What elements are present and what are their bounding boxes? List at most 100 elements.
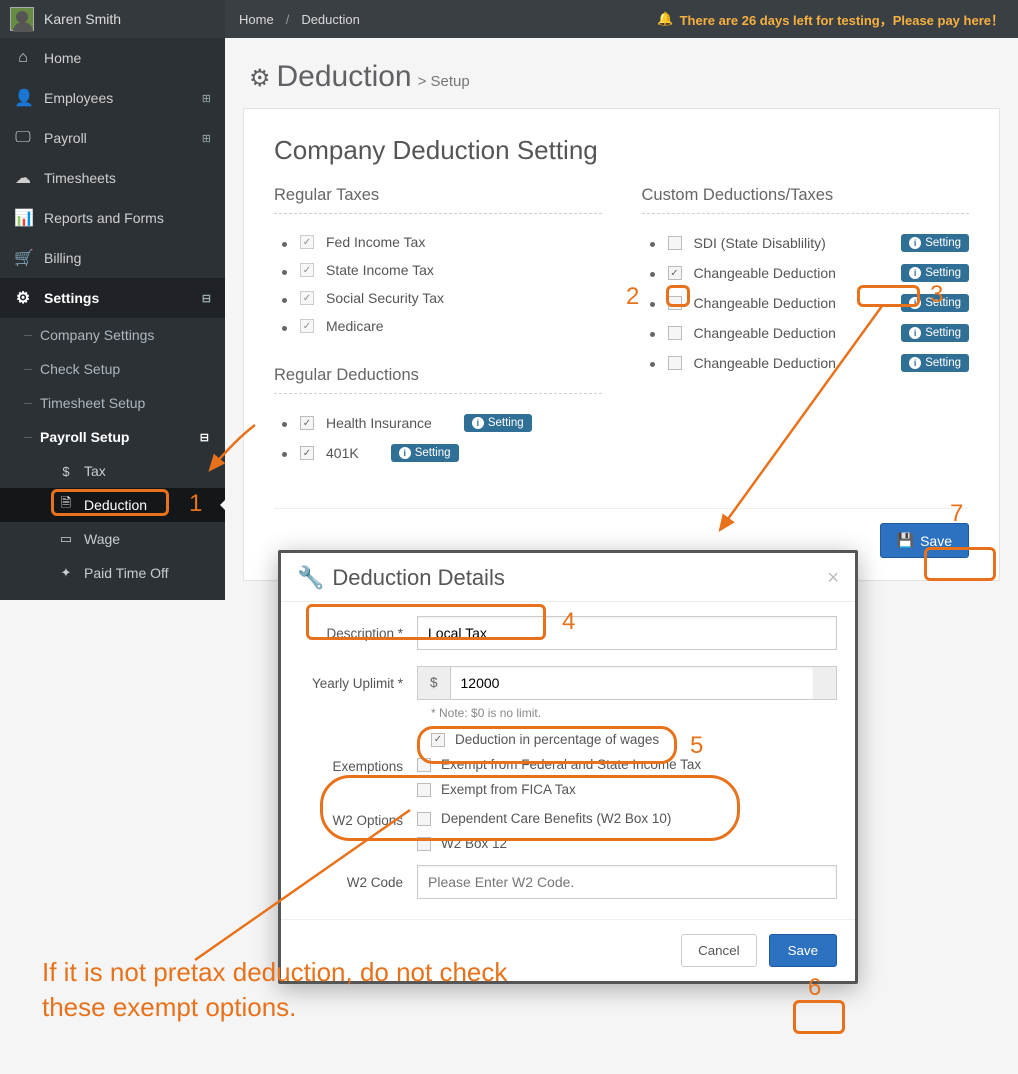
modal-title-text: Deduction Details: [332, 565, 504, 591]
checkbox[interactable]: [668, 296, 682, 310]
list-item: SDI (State Disablility)iSetting: [650, 228, 970, 258]
sec-regular-deductions: Regular Deductions: [274, 366, 602, 394]
checkbox[interactable]: [668, 266, 682, 280]
chk-w2-dependent[interactable]: [417, 812, 431, 826]
nav-timesheet-setup[interactable]: Timesheet Setup: [0, 386, 225, 420]
nav-wage-label: Wage: [84, 531, 120, 547]
list-item: Fed Income Tax: [282, 228, 602, 256]
chk-w2-dependent-label: Dependent Care Benefits (W2 Box 10): [441, 811, 671, 826]
lbl-yearly-uplimit: Yearly Uplimit *: [299, 676, 417, 691]
checkbox[interactable]: [668, 236, 682, 250]
nav-reports-label: Reports and Forms: [44, 210, 164, 226]
setting-button[interactable]: iSetting: [464, 414, 532, 432]
item-label: Changeable Deduction: [694, 295, 836, 311]
page-title-text: Deduction: [277, 60, 412, 94]
nav-check-setup[interactable]: Check Setup: [0, 352, 225, 386]
item-label: State Income Tax: [326, 262, 434, 278]
info-icon: i: [909, 267, 921, 279]
setting-button-label: Setting: [925, 237, 961, 249]
page-title: ⚙ Deduction > Setup: [249, 60, 1000, 94]
nav-timesheets[interactable]: ☁ Timesheets: [0, 158, 225, 198]
expand-icon: ⊞: [202, 132, 211, 145]
nav-pto[interactable]: ✦ Paid Time Off: [0, 556, 225, 590]
nav-payroll-setup-label: Payroll Setup: [40, 429, 129, 445]
w2-code-input[interactable]: [417, 865, 837, 899]
cart-icon: 🛒: [14, 248, 32, 268]
sec-custom: Custom Deductions/Taxes: [642, 186, 970, 214]
setting-button[interactable]: iSetting: [901, 264, 969, 282]
nav-payroll-setup[interactable]: Payroll Setup ⊟: [0, 420, 225, 454]
nav-pto-label: Paid Time Off: [84, 565, 169, 581]
panel-heading-a: Company Deduction: [274, 135, 517, 165]
panel-heading-b: Setting: [517, 135, 598, 165]
lbl-w2-options: W2 Options: [299, 811, 417, 851]
user-icon: 👤: [14, 88, 32, 108]
nav-employees[interactable]: 👤 Employees ⊞: [0, 78, 225, 118]
nav-deduction[interactable]: 🗎 Deduction: [0, 488, 225, 522]
setting-button-label: Setting: [925, 297, 961, 309]
nav-payroll-label: Payroll: [44, 130, 87, 146]
setting-button[interactable]: iSetting: [901, 234, 969, 252]
time-icon: ✦: [58, 565, 74, 581]
setting-button-label: Setting: [488, 417, 524, 429]
list-item: Health Insurance iSetting: [282, 408, 602, 438]
yearly-uplimit-input[interactable]: [450, 666, 813, 700]
save-button[interactable]: 💾 Save: [880, 523, 969, 558]
chk-w2-box12[interactable]: [417, 837, 431, 851]
bell-icon: 🔔: [657, 11, 673, 27]
modal-save-button[interactable]: Save: [769, 934, 837, 967]
avatar: [10, 7, 34, 31]
modal-title: 🔧 Deduction Details: [297, 565, 505, 591]
nav-home[interactable]: ⌂ Home: [0, 38, 225, 78]
nav-billing-label: Billing: [44, 250, 81, 266]
nav-wage[interactable]: ▭ Wage: [0, 522, 225, 556]
nav-company-settings[interactable]: Company Settings: [0, 318, 225, 352]
user-name: Karen Smith: [44, 11, 121, 27]
chk-percentage[interactable]: [431, 733, 445, 747]
col-left: Regular Taxes Fed Income TaxState Income…: [274, 186, 602, 468]
nav-billing[interactable]: 🛒 Billing: [0, 238, 225, 278]
lbl-exemptions: Exemptions: [299, 757, 417, 797]
checkbox-disabled: [300, 263, 314, 277]
checkbox[interactable]: [300, 416, 314, 430]
breadcrumb-sep: /: [286, 12, 290, 27]
nav-settings[interactable]: ⚙ Settings ⊟: [0, 278, 225, 318]
setting-button[interactable]: iSetting: [901, 354, 969, 372]
sidebar: Karen Smith ⌂ Home 👤 Employees ⊞ 🖵 Payro…: [0, 0, 225, 600]
chk-exempt-fica[interactable]: [417, 783, 431, 797]
modal-header: 🔧 Deduction Details ×: [281, 553, 855, 602]
wrench-icon: 🔧: [297, 565, 324, 591]
nav-payroll[interactable]: 🖵 Payroll ⊞: [0, 118, 225, 158]
trial-alert[interactable]: 🔔 There are 26 days left for testing，Ple…: [657, 10, 1004, 29]
info-icon: i: [909, 327, 921, 339]
home-icon: ⌂: [14, 49, 32, 67]
item-label: 401K: [326, 445, 359, 461]
checkbox[interactable]: [668, 326, 682, 340]
description-input[interactable]: [417, 616, 837, 650]
regular-taxes-list: Fed Income Tax State Income Tax Social Sec…: [274, 228, 602, 340]
setting-button[interactable]: iSetting: [901, 294, 969, 312]
nav-tax[interactable]: $ Tax: [0, 454, 225, 488]
setting-button[interactable]: iSetting: [901, 324, 969, 342]
item-label: Health Insurance: [326, 415, 432, 431]
checkbox-disabled: [300, 319, 314, 333]
item-label: Fed Income Tax: [326, 234, 425, 250]
nav-settings-label: Settings: [44, 290, 99, 306]
close-icon[interactable]: ×: [827, 567, 839, 590]
col-right: Custom Deductions/Taxes SDI (State Disab…: [642, 186, 970, 468]
info-icon: i: [909, 357, 921, 369]
cancel-button[interactable]: Cancel: [681, 934, 757, 967]
chk-exempt-fed[interactable]: [417, 758, 431, 772]
setting-button[interactable]: iSetting: [391, 444, 459, 462]
chart-icon: 📊: [14, 208, 32, 228]
list-item: Social Security Tax: [282, 284, 602, 312]
chk-exempt-fica-label: Exempt from FICA Tax: [441, 782, 576, 797]
checkbox[interactable]: [668, 356, 682, 370]
item-label: Changeable Deduction: [694, 265, 836, 281]
breadcrumb-home[interactable]: Home: [239, 12, 274, 27]
chk-exempt-fed-label: Exempt from Federal and State Income Tax: [441, 757, 701, 772]
save-button-label: Save: [920, 533, 952, 549]
checkbox[interactable]: [300, 446, 314, 460]
checkbox-disabled: [300, 235, 314, 249]
nav-reports[interactable]: 📊 Reports and Forms: [0, 198, 225, 238]
